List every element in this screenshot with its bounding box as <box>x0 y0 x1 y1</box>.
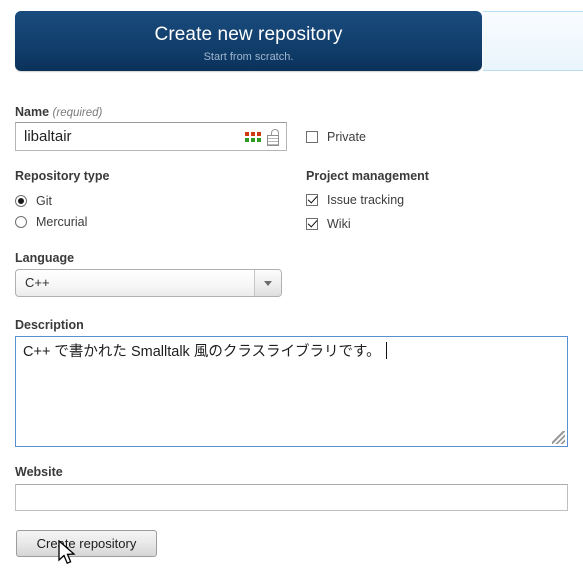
text-caret <box>385 342 387 359</box>
checkbox-private-icon[interactable] <box>306 131 318 144</box>
page-subtitle: Start from scratch. <box>203 51 294 63</box>
website-label: Website <box>15 465 63 479</box>
description-textarea-content: C++ で書かれた Smalltalk 風のクラスライブラリです。 <box>23 342 555 362</box>
checkbox-option-wiki[interactable]: Wiki <box>306 218 351 231</box>
project-management-label: Project management <box>306 169 429 183</box>
checkbox-wiki-icon[interactable] <box>306 218 318 231</box>
description-text-value: C++ で書かれた Smalltalk 風のクラスライブラリです。 <box>23 344 381 360</box>
radio-mercurial-label: Mercurial <box>36 215 88 229</box>
checkbox-option-private[interactable]: Private <box>306 131 366 144</box>
radio-git-label: Git <box>36 194 52 208</box>
checkbox-private-label: Private <box>327 130 366 144</box>
radio-git-icon[interactable] <box>15 195 27 208</box>
language-select[interactable]: C++ <box>15 269 282 297</box>
radio-mercurial-icon[interactable] <box>15 216 27 229</box>
checkbox-option-issue-tracking[interactable]: Issue tracking <box>306 194 404 207</box>
name-label: Name (required) <box>15 106 102 120</box>
chevron-down-icon[interactable] <box>254 270 281 296</box>
page-header: Create new repository Start from scratch… <box>0 0 583 82</box>
header-side-panel <box>483 11 583 71</box>
language-label: Language <box>15 251 75 265</box>
language-selected-value: C++ <box>25 275 50 290</box>
radio-option-git[interactable]: Git <box>15 195 52 208</box>
description-textarea[interactable]: C++ で書かれた Smalltalk 風のクラスライブラリです。 <box>15 336 568 447</box>
checkbox-issue-tracking-label: Issue tracking <box>327 193 405 207</box>
name-field-wrapper <box>15 122 287 151</box>
radio-option-mercurial[interactable]: Mercurial <box>15 216 87 229</box>
repository-type-label: Repository type <box>15 169 110 183</box>
page-title: Create new repository <box>154 24 343 45</box>
checkbox-wiki-label: Wiki <box>327 217 351 231</box>
description-label: Description <box>15 318 84 332</box>
create-repository-button[interactable]: Create repository <box>16 530 157 557</box>
name-label-text: Name <box>15 105 50 119</box>
checkbox-issue-tracking-icon[interactable] <box>306 194 318 207</box>
name-required-note: (required) <box>52 107 103 119</box>
header-banner: Create new repository Start from scratch… <box>15 11 482 71</box>
resize-grip-icon[interactable] <box>552 431 565 444</box>
name-input[interactable] <box>15 122 287 151</box>
website-input[interactable] <box>15 484 568 511</box>
